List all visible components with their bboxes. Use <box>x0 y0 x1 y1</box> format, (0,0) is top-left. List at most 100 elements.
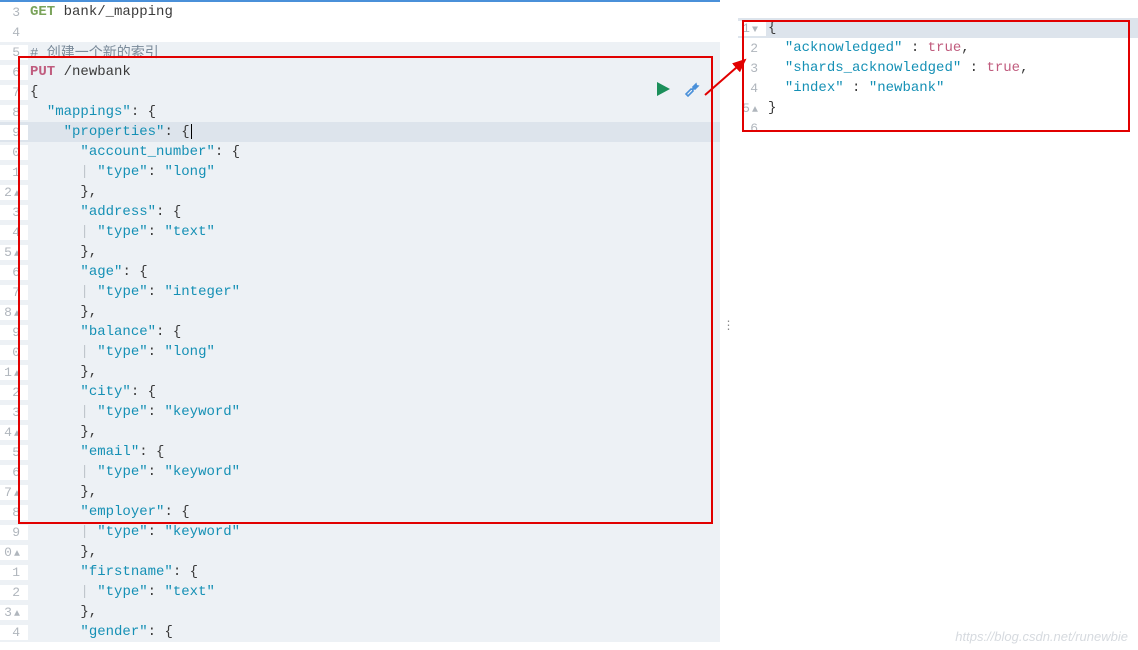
code-content[interactable]: "email": { <box>28 444 720 460</box>
code-line[interactable]: 7▲ }, <box>0 482 720 502</box>
fold-toggle-icon[interactable]: ▲ <box>14 369 20 380</box>
fold-toggle-icon[interactable]: ▲ <box>14 429 20 440</box>
line-number: 5 <box>0 45 28 60</box>
fold-toggle-icon[interactable]: ▲ <box>14 609 20 620</box>
code-line[interactable]: 2 | "type": "text" <box>0 582 720 602</box>
code-content[interactable]: GET bank/_mapping <box>28 4 720 20</box>
code-content[interactable]: "properties": { <box>28 124 720 140</box>
request-editor-pane[interactable]: 3GET bank/_mapping45# 创建一个新的索引6PUT /newb… <box>0 0 720 650</box>
code-line[interactable]: 6 <box>738 118 1138 138</box>
code-line[interactable]: 7{ <box>0 82 720 102</box>
line-number: 2▲ <box>0 185 28 200</box>
fold-toggle-icon[interactable]: ▲ <box>14 489 20 500</box>
code-line[interactable]: 4 <box>0 22 720 42</box>
code-content[interactable]: | "type": "keyword" <box>28 524 720 540</box>
code-line[interactable]: 2 "acknowledged" : true, <box>738 38 1138 58</box>
code-line[interactable]: 1 | "type": "long" <box>0 162 720 182</box>
response-code-area[interactable]: 1▼{2 "acknowledged" : true,3 "shards_ack… <box>738 18 1138 138</box>
line-number: 4 <box>0 225 28 240</box>
code-line[interactable]: 2▲ }, <box>0 182 720 202</box>
code-content[interactable]: { <box>766 20 1138 36</box>
code-line[interactable]: 5▲ }, <box>0 242 720 262</box>
code-content[interactable]: }, <box>28 484 720 500</box>
line-number: 0 <box>0 345 28 360</box>
run-query-button[interactable] <box>654 80 672 103</box>
code-content[interactable]: | "type": "keyword" <box>28 464 720 480</box>
code-line[interactable]: 4 | "type": "text" <box>0 222 720 242</box>
code-line[interactable]: 1 "firstname": { <box>0 562 720 582</box>
code-line[interactable]: 2 "city": { <box>0 382 720 402</box>
code-content[interactable]: "mappings": { <box>28 104 720 120</box>
code-content[interactable]: }, <box>28 424 720 440</box>
fold-toggle-icon[interactable]: ▲ <box>14 309 20 320</box>
line-number: 6 <box>0 465 28 480</box>
fold-toggle-icon[interactable]: ▲ <box>14 249 20 260</box>
code-line[interactable]: 3 | "type": "keyword" <box>0 402 720 422</box>
fold-toggle-icon[interactable]: ▲ <box>14 189 20 200</box>
code-line[interactable]: 6 "age": { <box>0 262 720 282</box>
code-content[interactable]: | "type": "long" <box>28 344 720 360</box>
code-line[interactable]: 7 | "type": "integer" <box>0 282 720 302</box>
code-line[interactable]: 1▼{ <box>738 18 1138 38</box>
code-line[interactable]: 5 "email": { <box>0 442 720 462</box>
code-content[interactable]: "firstname": { <box>28 564 720 580</box>
code-line[interactable]: 5# 创建一个新的索引 <box>0 42 720 62</box>
code-content[interactable]: "city": { <box>28 384 720 400</box>
code-content[interactable]: { <box>28 84 720 100</box>
code-content[interactable]: # 创建一个新的索引 <box>28 42 720 62</box>
code-content[interactable]: "shards_acknowledged" : true, <box>766 60 1138 76</box>
code-content[interactable]: PUT /newbank <box>28 64 720 80</box>
annotation-arrow <box>700 50 760 110</box>
line-number: 4▲ <box>0 425 28 440</box>
code-line[interactable]: 8 "mappings": { <box>0 102 720 122</box>
fold-toggle-icon[interactable]: ▼ <box>752 25 758 36</box>
code-content[interactable]: | "type": "long" <box>28 164 720 180</box>
code-line[interactable]: 0 "account_number": { <box>0 142 720 162</box>
code-line[interactable]: 8▲ }, <box>0 302 720 322</box>
code-line[interactable]: 6PUT /newbank <box>0 62 720 82</box>
line-number: 9 <box>0 325 28 340</box>
code-line[interactable]: 3 "address": { <box>0 202 720 222</box>
code-line[interactable]: 9 | "type": "keyword" <box>0 522 720 542</box>
code-line[interactable]: 4 "gender": { <box>0 622 720 642</box>
code-line[interactable]: 8 "employer": { <box>0 502 720 522</box>
code-content[interactable]: }, <box>28 544 720 560</box>
code-content[interactable]: "index" : "newbank" <box>766 80 1138 96</box>
code-line[interactable]: 1▲ }, <box>0 362 720 382</box>
code-content[interactable]: "gender": { <box>28 624 720 640</box>
code-line[interactable]: 3 "shards_acknowledged" : true, <box>738 58 1138 78</box>
code-line[interactable]: 0▲ }, <box>0 542 720 562</box>
code-line[interactable]: 3GET bank/_mapping <box>0 2 720 22</box>
code-content[interactable]: }, <box>28 184 720 200</box>
code-content[interactable]: "age": { <box>28 264 720 280</box>
code-content[interactable]: "employer": { <box>28 504 720 520</box>
request-code-area[interactable]: 3GET bank/_mapping45# 创建一个新的索引6PUT /newb… <box>0 2 720 642</box>
code-line[interactable]: 4▲ }, <box>0 422 720 442</box>
fold-toggle-icon[interactable]: ▲ <box>14 549 20 560</box>
watermark-text: https://blog.csdn.net/runewbie <box>955 629 1128 644</box>
code-line[interactable]: 9 "balance": { <box>0 322 720 342</box>
code-line[interactable]: 3▲ }, <box>0 602 720 622</box>
code-content[interactable]: }, <box>28 604 720 620</box>
code-line[interactable]: 6 | "type": "keyword" <box>0 462 720 482</box>
code-content[interactable]: }, <box>28 364 720 380</box>
code-line[interactable]: 5▲} <box>738 98 1138 118</box>
code-content[interactable]: }, <box>28 244 720 260</box>
code-content[interactable]: | "type": "text" <box>28 584 720 600</box>
code-content[interactable]: }, <box>28 304 720 320</box>
code-line[interactable]: 4 "index" : "newbank" <box>738 78 1138 98</box>
wrench-tool-button[interactable] <box>682 80 700 103</box>
code-line[interactable]: 0 | "type": "long" <box>0 342 720 362</box>
line-number: 6 <box>738 121 766 136</box>
line-number: 9 <box>0 125 28 140</box>
code-line[interactable]: 9 "properties": { <box>0 122 720 142</box>
code-content[interactable]: "address": { <box>28 204 720 220</box>
code-content[interactable]: | "type": "integer" <box>28 284 720 300</box>
code-content[interactable]: } <box>766 100 1138 116</box>
code-content[interactable]: | "type": "text" <box>28 224 720 240</box>
code-content[interactable]: | "type": "keyword" <box>28 404 720 420</box>
line-number: 3 <box>0 205 28 220</box>
code-content[interactable]: "balance": { <box>28 324 720 340</box>
code-content[interactable]: "acknowledged" : true, <box>766 40 1138 56</box>
code-content[interactable]: "account_number": { <box>28 144 720 160</box>
